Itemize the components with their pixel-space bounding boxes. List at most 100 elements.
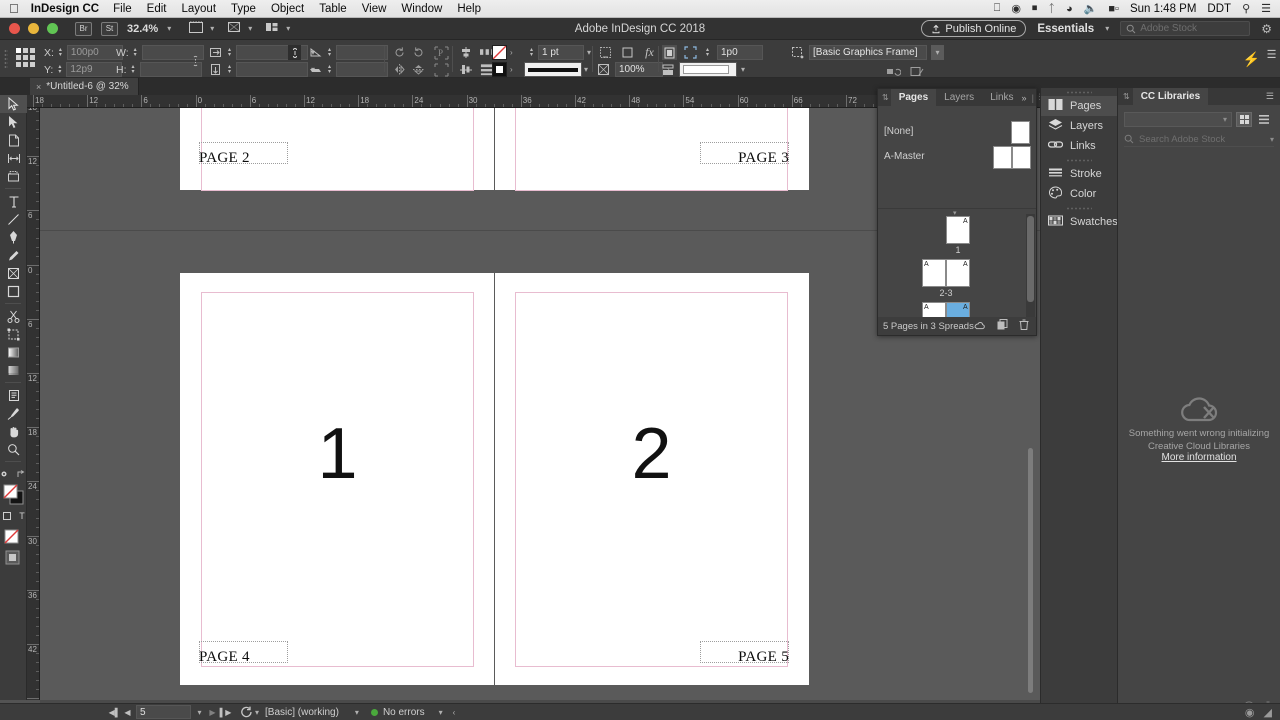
last-page-icon[interactable]: ▌▶ (219, 708, 232, 717)
next-page-icon[interactable]: ▶ (206, 708, 219, 717)
sidebar-item-pages[interactable]: Pages (1041, 96, 1117, 116)
dock-grip-1[interactable] (1041, 88, 1117, 96)
grid-view-icon[interactable] (1236, 112, 1252, 127)
scissors-tool[interactable] (0, 307, 27, 325)
x-field[interactable]: 100p0 (66, 45, 123, 60)
page-tool[interactable] (0, 131, 27, 149)
stroke-weight-chevron-down-icon[interactable]: ▾ (587, 48, 591, 57)
zoom-tool[interactable] (0, 440, 27, 458)
master-none-thumb[interactable] (1011, 121, 1030, 144)
rotate-counterclockwise-icon[interactable] (411, 45, 426, 60)
text-wrap-bounding-icon[interactable] (620, 45, 635, 60)
align-objects-icon[interactable] (458, 45, 473, 60)
status-bar-expand-icon[interactable]: ‹ (453, 708, 456, 717)
menu-type[interactable]: Type (231, 3, 256, 15)
cc-stock-search-input[interactable]: Search Adobe Stock ▾ (1124, 132, 1274, 147)
canvas-vertical-scroll-thumb[interactable] (1028, 448, 1033, 693)
swap-fill-stroke-icon[interactable] (17, 469, 26, 479)
tab-cc-libraries[interactable]: CC Libraries (1132, 88, 1209, 105)
tab-layers[interactable]: Layers (936, 89, 982, 106)
maximize-window-button[interactable] (47, 23, 58, 34)
master-none[interactable]: [None] (878, 126, 913, 137)
shear-field[interactable] (336, 62, 388, 77)
frame-fitting-icon[interactable] (662, 45, 677, 60)
y-field[interactable]: 12p9 (66, 62, 123, 77)
hand-tool[interactable] (0, 422, 27, 440)
dock-grip-2[interactable] (1041, 156, 1117, 164)
screen-mode-chevron-down-icon[interactable]: ▾ (210, 24, 214, 33)
preflight-profile-label[interactable]: [Basic] (working) (265, 707, 339, 718)
menu-table[interactable]: Table (319, 3, 347, 15)
lightning-icon[interactable]: ⚡ (1243, 51, 1260, 67)
fill-swatch[interactable] (492, 45, 507, 60)
fill-stroke-proxy-icon[interactable] (0, 483, 27, 507)
select-content-icon[interactable] (909, 64, 924, 79)
preflight-icon[interactable]: ▾ (240, 706, 259, 718)
minimize-window-button[interactable] (28, 23, 39, 34)
pages-panel-splitter[interactable] (878, 208, 1036, 209)
resize-grip-icon[interactable]: ◉ (1245, 706, 1255, 719)
cc-library-select[interactable]: ▾ (1124, 112, 1232, 127)
pencil-tool[interactable] (0, 246, 27, 264)
vertical-ruler[interactable]: 181260612182430364248546066 (27, 108, 40, 700)
reference-point-proxy[interactable] (16, 48, 38, 70)
tab-pages[interactable]: Pages (890, 89, 937, 106)
pen-tool[interactable] (0, 228, 27, 246)
gap-tool[interactable] (0, 149, 27, 167)
master-a-right-thumb[interactable] (1012, 146, 1031, 169)
normal-view-mode-icon[interactable] (0, 547, 27, 567)
resize-handle-icon[interactable]: ◢ (1264, 706, 1272, 719)
previous-page-icon[interactable]: ◀ (121, 708, 134, 717)
fx-button[interactable]: fx (642, 45, 657, 60)
gradient-swatch-tool[interactable] (0, 343, 27, 361)
corner-radius-stepper[interactable]: ▴ ▾ (704, 47, 711, 58)
text-wrap-none-icon[interactable] (598, 45, 613, 60)
gear-icon[interactable]: ⚙ (1261, 22, 1272, 36)
stroke-style-field[interactable] (524, 62, 582, 77)
airplay-icon[interactable]: ⏹ (1032, 2, 1038, 15)
type-tool[interactable] (0, 192, 27, 210)
view-options-icon[interactable] (226, 20, 242, 37)
scale-y-field[interactable] (236, 62, 308, 77)
menu-help[interactable]: Help (457, 3, 481, 15)
gradient-feather-tool[interactable] (0, 361, 27, 379)
formatting-affects-container-icon[interactable] (2, 511, 12, 521)
opacity-field[interactable]: 100% (615, 62, 663, 77)
sidebar-item-stroke[interactable]: Stroke (1041, 164, 1117, 184)
notification-center-icon[interactable]: ☰ (1261, 2, 1271, 15)
error-status-chevron-down-icon[interactable]: ▾ (439, 708, 443, 717)
spotlight-search-icon[interactable]: ⚲ (1242, 2, 1250, 15)
note-tool[interactable] (0, 386, 27, 404)
bridge-button[interactable]: Br (75, 21, 92, 36)
bluetooth-icon[interactable]: ᛏ (1048, 3, 1055, 15)
object-style-field[interactable]: [Basic Graphics Frame] (809, 45, 927, 60)
cc-more-information-link[interactable]: More information (1118, 452, 1280, 463)
scale-x-stepper[interactable]: ▴ ▾ (226, 47, 233, 58)
stroke-style-chevron-down-icon[interactable]: ▾ (584, 65, 588, 74)
apply-none-icon[interactable] (0, 525, 27, 547)
pages-panel-scroll-thumb[interactable] (1027, 216, 1034, 302)
sidebar-item-links[interactable]: Links (1041, 136, 1117, 156)
y-stepper[interactable]: ▴ ▾ (56, 64, 63, 75)
delete-page-icon[interactable] (1019, 319, 1029, 333)
shear-stepper[interactable]: ▴ ▾ (326, 64, 333, 75)
stroke-weight-stepper[interactable]: ▴ ▾ (528, 47, 535, 58)
screen-mirroring-icon[interactable]: ⎕ (994, 2, 1001, 15)
stroke-swatch-chevron-icon[interactable]: › (510, 65, 513, 74)
constrain-scale-proportions-icon[interactable] (288, 45, 301, 60)
first-page-icon[interactable]: ◀▌ (108, 708, 121, 717)
apply-color-icon[interactable] (1, 469, 12, 479)
rectangle-tool[interactable] (0, 282, 27, 300)
volume-icon[interactable]: 🔈 (1084, 2, 1098, 15)
corner-options-icon[interactable] (683, 45, 698, 60)
stroke-swatch[interactable] (492, 62, 507, 77)
zoom-level-chevron-down-icon[interactable]: ▾ (167, 24, 171, 33)
sidebar-item-layers[interactable]: Layers (1041, 116, 1117, 136)
publish-online-button[interactable]: Publish Online (921, 20, 1027, 37)
list-view-icon[interactable] (1256, 112, 1272, 127)
cc-panel-menu-icon[interactable]: ☰ (1266, 91, 1274, 102)
quick-apply-icon[interactable] (886, 64, 901, 79)
dock-grip-3[interactable] (1041, 204, 1117, 212)
control-panel-grip[interactable] (4, 49, 8, 69)
scale-y-stepper[interactable]: ▴ ▾ (226, 64, 233, 75)
